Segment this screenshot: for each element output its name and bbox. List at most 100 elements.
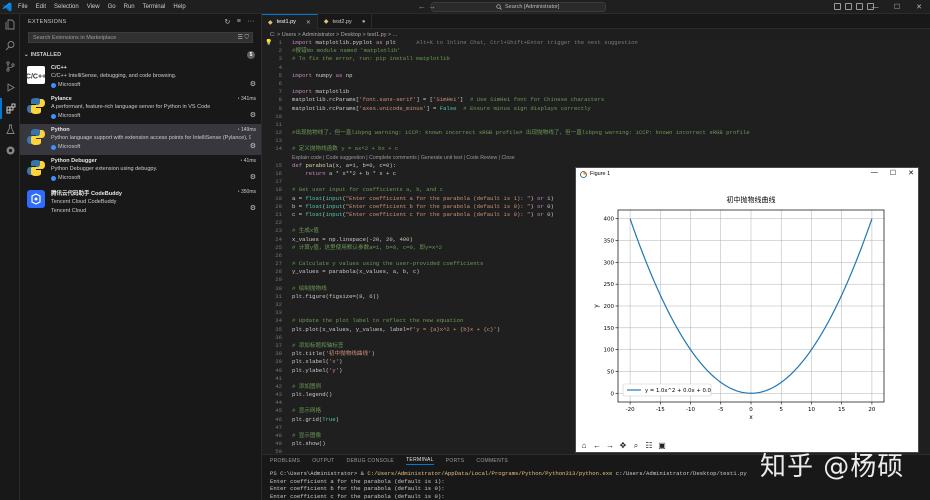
y-tick-label: 250 [604,282,615,288]
menu-view[interactable]: View [87,4,100,10]
clear-filter-icon[interactable]: ☰ ⛉ [237,34,249,42]
toggle-panel-icon[interactable] [845,3,852,10]
activation-time: ◔ 149ms [237,127,256,133]
menu-selection[interactable]: Selection [54,4,79,10]
run-debug-icon[interactable] [0,77,20,98]
configure-subplots-icon[interactable]: ☷ [644,441,654,450]
unsaved-dot-icon[interactable]: ● [362,19,366,25]
menu-edit[interactable]: Edit [36,4,46,10]
code-line: 12 #出现抛物线了，但一直libpng warning: iCCP: known… [262,129,930,137]
code-line: 8 matplotlib.rcParams['font.sans-serif'] … [262,96,930,104]
extensions-search-input[interactable]: Search Extensions in Marketplace ☰ ⛉ [28,32,253,43]
line-text: #出现抛物线了，但一直libpng warning: iCCP: known i… [292,129,750,137]
search-icon[interactable] [0,35,20,56]
extension-description: Python Debugger extension using debugpy. [51,166,158,172]
toggle-sidebar-icon[interactable] [834,3,841,10]
breadcrumb[interactable]: C: > Users > Administrator > Desktop > t… [262,30,930,39]
back-arrow-icon[interactable]: ← [592,441,602,450]
history-nav: ← [418,2,426,11]
codelens-actions[interactable]: Explain code | Code suggestion | Complet… [262,154,930,162]
forward-arrow-icon[interactable]: → [428,2,436,11]
maximize-icon[interactable]: ☐ [886,0,908,14]
line-text: a = float(input("Enter coefficient a for… [292,194,554,202]
tab-terminal[interactable]: TERMINAL [406,457,434,465]
toggle-secondary-sidebar-icon[interactable] [856,3,863,10]
installed-section-header[interactable]: ⌄ INSTALLED 5 [20,49,261,60]
line-number: 40 [275,366,282,374]
installed-count-badge: 5 [247,51,255,59]
codebuddy-icon[interactable] [0,140,20,161]
gear-icon[interactable]: ⚙ [250,80,256,88]
line-number: 21 [275,210,282,218]
line-number: 49 [275,440,282,448]
filter-extensions-icon[interactable]: ≡ [237,18,241,26]
source-control-icon[interactable] [0,56,20,77]
close-icon[interactable]: ✕ [908,169,914,177]
menu-go[interactable]: Go [108,4,116,10]
extension-item-pylance[interactable]: Pylance A performant, feature-rich langu… [20,93,261,124]
gear-icon[interactable]: ⚙ [250,204,256,212]
gear-icon[interactable]: ⚙ [250,173,256,181]
explorer-icon[interactable] [0,14,20,35]
code-line: 7 import matplotlib [262,88,930,96]
menu-terminal[interactable]: Terminal [143,4,166,10]
line-text: plt.figure(figsize=(8, 6)) [292,292,380,300]
maximize-icon[interactable]: ☐ [890,169,896,177]
code-line: 💡 1 import matplotlib.pyplot as plt Alt+K … [262,39,930,47]
tab-output[interactable]: OUTPUT [312,458,334,464]
line-text: plt.title('初中抛物线曲线') [292,350,375,358]
activation-time-value: 149ms [240,127,256,133]
forward-arrow-icon[interactable]: → [605,441,615,450]
gear-icon[interactable]: ⚙ [250,111,256,119]
pan-icon[interactable]: ✥ [618,441,628,450]
line-text: matplotlib.rcParams['font.sans-serif'] =… [292,96,605,104]
testing-icon[interactable] [0,119,20,140]
line-number: 42 [275,382,282,390]
tab-test2[interactable]: ◆ test2.py ● [318,14,373,29]
close-icon[interactable]: ✕ [908,0,930,14]
close-tab-icon[interactable]: ✕ [306,19,311,26]
line-text: # 生成x值 [292,227,319,235]
menu-file[interactable]: File [18,4,28,10]
tab-test1[interactable]: ◆ test1.py ✕ [262,14,318,29]
more-actions-icon[interactable]: ··· [247,18,255,26]
extension-item-codebuddy[interactable]: 腾讯云代码助手 CodeBuddy Tencent Cloud CodeBudd… [20,186,261,217]
tab-problems[interactable]: PROBLEMS [270,458,300,464]
line-text: # Calculate y values using the user-prov… [292,260,484,268]
minimize-icon[interactable]: — [871,169,878,177]
home-icon[interactable]: ⌂ [579,441,589,450]
back-arrow-icon[interactable]: ← [418,2,426,11]
tab-ports[interactable]: PORTS [446,458,465,464]
gear-icon[interactable]: ⚙ [250,142,256,150]
command-center-search[interactable]: → Search [Administrator] [428,2,606,12]
extension-item-python[interactable]: Python Python language support with exte… [20,124,261,155]
extensions-icon[interactable] [0,98,20,119]
line-text: # 添加图例 [292,382,322,390]
minimize-icon[interactable]: — [864,0,886,14]
line-number: 35 [275,325,282,333]
tab-debug-console[interactable]: DEBUG CONSOLE [347,458,395,464]
sidebar-header: EXTENSIONS ↻ ≡ ··· [20,14,261,30]
line-number: 16 [275,170,282,177]
save-icon[interactable]: ▣ [657,441,667,450]
refresh-icon[interactable]: ↻ [225,18,231,26]
tab-comments[interactable]: COMMENTS [476,458,508,464]
verified-publisher-icon [51,144,56,150]
extension-name: Pylance [51,96,72,102]
extension-item-cpp[interactable]: C/C++ C/C++ C/C++ IntelliSense, debuggin… [20,62,261,93]
line-text: plt.show() [292,440,326,448]
extension-publisher: Microsoft [58,113,81,119]
activation-time: ◔ 341ms [237,96,256,102]
x-tick-label: 5 [779,407,783,413]
line-number: 25 [275,243,282,251]
extension-item-python-debugger[interactable]: Python Debugger Python Debugger extensio… [20,155,261,186]
menu-run[interactable]: Run [124,4,135,10]
line-number: 9 [278,104,282,112]
menu-help[interactable]: Help [173,4,185,10]
extension-description: C/C++ IntelliSense, debugging, and code … [51,73,177,79]
line-number: 2 [278,47,282,55]
line-text: plt.grid(True) [292,415,340,423]
activation-time-value: 341ms [240,96,256,102]
zoom-icon[interactable]: ⌕ [631,441,641,451]
matplotlib-figure-window[interactable]: Figure 1 — ☐ ✕ -20 -15 -10 -5 0 5 10 15 20 0 50 100… [575,167,919,453]
